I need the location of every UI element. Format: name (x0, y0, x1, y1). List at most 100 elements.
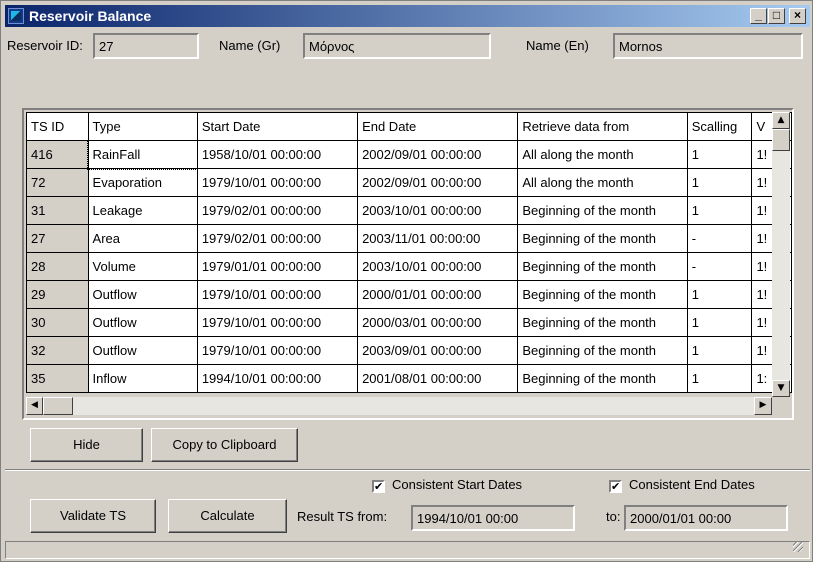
cell-start-date[interactable]: 1979/01/01 00:00:00 (196, 252, 359, 281)
cell-end-date[interactable]: 2000/01/01 00:00:00 (357, 280, 519, 309)
cell-scalling[interactable]: - (686, 252, 753, 281)
resize-grip-icon[interactable] (793, 542, 803, 552)
cell-ts-id[interactable]: 29 (26, 280, 89, 309)
column-header-retrieve-from[interactable]: Retrieve data from (517, 112, 688, 141)
cell-retrieve-from[interactable]: Beginning of the month (517, 224, 688, 253)
scroll-left-arrow-icon[interactable]: ◀ (26, 397, 43, 415)
cell-end-date[interactable]: 2003/10/01 00:00:00 (357, 196, 519, 225)
cell-ts-id[interactable]: 30 (26, 308, 89, 337)
cell-scalling[interactable]: 1 (686, 364, 753, 393)
table-row[interactable]: 29 Outflow 1979/10/01 00:00:00 2000/01/01 0… (26, 280, 792, 309)
result-from-label: Result TS from: (297, 509, 388, 524)
cell-scalling[interactable]: 1 (686, 308, 753, 337)
column-header-end-date[interactable]: End Date (357, 112, 519, 141)
column-header-ts-id[interactable]: TS ID (26, 112, 89, 141)
cell-retrieve-from[interactable]: Beginning of the month (517, 252, 688, 281)
table-row[interactable]: 32 Outflow 1979/10/01 00:00:00 2003/09/01 0… (26, 336, 792, 365)
cell-retrieve-from[interactable]: Beginning of the month (517, 280, 688, 309)
cell-type[interactable]: Outflow (87, 336, 198, 365)
cell-end-date[interactable]: 2001/08/01 00:00:00 (357, 364, 519, 393)
table-row[interactable]: 31 Leakage 1979/02/01 00:00:00 2003/10/01 0… (26, 196, 792, 225)
divider (5, 469, 810, 471)
result-to-label: to: (606, 509, 621, 524)
cell-scalling[interactable]: 1 (686, 168, 753, 197)
cell-end-date[interactable]: 2003/10/01 00:00:00 (357, 252, 519, 281)
cell-type[interactable]: Leakage (87, 196, 198, 225)
table-row[interactable]: 30 Outflow 1979/10/01 00:00:00 2000/03/01 0… (26, 308, 792, 337)
cell-start-date[interactable]: 1994/10/01 00:00:00 (196, 364, 359, 393)
cell-scalling[interactable]: 1 (686, 196, 753, 225)
cell-start-date[interactable]: 1979/02/01 00:00:00 (196, 224, 359, 253)
cell-type[interactable]: RainFall (87, 139, 199, 170)
cell-ts-id[interactable]: 72 (26, 168, 89, 197)
table-row[interactable]: 72 Evaporation 1979/10/01 00:00:00 2002/09/… (26, 168, 792, 197)
table-row[interactable]: 27 Area 1979/02/01 00:00:00 2003/11/01 00:0… (26, 224, 792, 253)
cell-type[interactable]: Evaporation (87, 168, 198, 197)
maximize-button[interactable]: □ (768, 8, 785, 24)
cell-start-date[interactable]: 1958/10/01 00:00:00 (196, 140, 359, 169)
horizontal-scroll-thumb[interactable] (43, 397, 73, 415)
table-row[interactable]: 35 Inflow 1994/10/01 00:00:00 2001/08/01 00… (26, 364, 792, 393)
cell-start-date[interactable]: 1979/10/01 00:00:00 (196, 336, 359, 365)
scroll-up-arrow-icon[interactable]: ▲ (772, 112, 790, 129)
cell-type[interactable]: Volume (87, 252, 198, 281)
copy-to-clipboard-button[interactable]: Copy to Clipboard (151, 428, 298, 462)
reservoir-id-field: 27 (93, 33, 199, 59)
horizontal-scrollbar[interactable]: ◀ ▶ (26, 397, 772, 415)
cell-type[interactable]: Outflow (87, 308, 198, 337)
cell-ts-id[interactable]: 27 (26, 224, 89, 253)
name-en-value: Mornos (619, 39, 663, 54)
validate-ts-button[interactable]: Validate TS (30, 499, 156, 533)
column-header-start-date[interactable]: Start Date (196, 112, 359, 141)
cell-scalling[interactable]: 1 (686, 280, 753, 309)
cell-retrieve-from[interactable]: All along the month (517, 168, 688, 197)
cell-scalling[interactable]: 1 (686, 336, 753, 365)
table-row[interactable]: 28 Volume 1979/01/01 00:00:00 2003/10/01 00… (26, 252, 792, 281)
cell-ts-id[interactable]: 416 (26, 140, 89, 169)
scroll-down-arrow-icon[interactable]: ▼ (772, 380, 790, 397)
title-bar[interactable]: Reservoir Balance _ □ × (5, 5, 810, 27)
consistent-end-label: Consistent End Dates (629, 477, 755, 492)
cell-ts-id[interactable]: 28 (26, 252, 89, 281)
consistent-start-label: Consistent Start Dates (392, 477, 523, 492)
cell-end-date[interactable]: 2003/11/01 00:00:00 (357, 224, 519, 253)
reservoir-id-label: Reservoir ID: (7, 38, 83, 53)
vertical-scrollbar[interactable]: ▲ ▼ (772, 112, 790, 397)
cell-type[interactable]: Inflow (87, 364, 198, 393)
cell-retrieve-from[interactable]: Beginning of the month (517, 308, 688, 337)
consistent-end-checkbox[interactable]: ✔ (609, 480, 622, 493)
cell-retrieve-from[interactable]: Beginning of the month (517, 196, 688, 225)
cell-end-date[interactable]: 2003/09/01 00:00:00 (357, 336, 519, 365)
cell-start-date[interactable]: 1979/02/01 00:00:00 (196, 196, 359, 225)
scroll-right-arrow-icon[interactable]: ▶ (754, 397, 772, 415)
cell-start-date[interactable]: 1979/10/01 00:00:00 (196, 168, 359, 197)
cell-start-date[interactable]: 1979/10/01 00:00:00 (196, 280, 359, 309)
cell-retrieve-from[interactable]: Beginning of the month (517, 336, 688, 365)
timeseries-grid[interactable]: TS ID Type Start Date End Date Retrieve … (22, 108, 794, 420)
cell-type[interactable]: Area (87, 224, 198, 253)
cell-type[interactable]: Outflow (87, 280, 198, 309)
column-header-scalling[interactable]: Scalling (686, 112, 753, 141)
close-button[interactable]: × (789, 8, 806, 24)
calculate-button[interactable]: Calculate (168, 499, 287, 533)
cell-end-date[interactable]: 2002/09/01 00:00:00 (357, 140, 519, 169)
cell-start-date[interactable]: 1979/10/01 00:00:00 (196, 308, 359, 337)
cell-ts-id[interactable]: 35 (26, 364, 89, 393)
table-row[interactable]: 416 RainFall 1958/10/01 00:00:00 2002/09/01… (26, 139, 792, 170)
cell-end-date[interactable]: 2002/09/01 00:00:00 (357, 168, 519, 197)
hide-button[interactable]: Hide (30, 428, 143, 462)
cell-end-date[interactable]: 2000/03/01 00:00:00 (357, 308, 519, 337)
cell-scalling[interactable]: 1 (686, 140, 753, 169)
cell-retrieve-from[interactable]: Beginning of the month (517, 364, 688, 393)
column-header-type[interactable]: Type (87, 112, 198, 141)
minimize-button[interactable]: _ (750, 8, 767, 24)
vertical-scroll-thumb[interactable] (772, 129, 790, 151)
result-to-value: 2000/01/01 00:00 (630, 511, 732, 526)
name-en-label: Name (En) (526, 38, 589, 53)
consistent-start-checkbox[interactable]: ✔ (372, 480, 385, 493)
cell-ts-id[interactable]: 31 (26, 196, 89, 225)
reservoir-id-value: 27 (99, 39, 114, 54)
cell-scalling[interactable]: - (686, 224, 753, 253)
cell-retrieve-from[interactable]: All along the month (517, 140, 688, 169)
cell-ts-id[interactable]: 32 (26, 336, 89, 365)
